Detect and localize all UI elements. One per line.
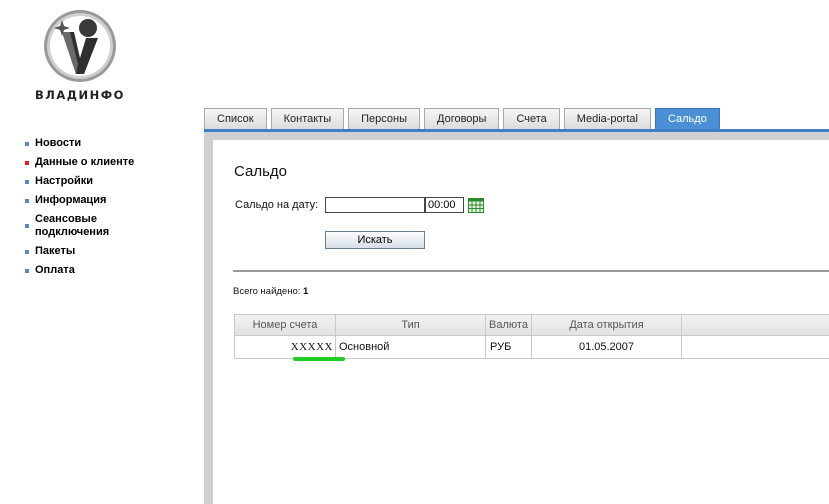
tab-media-portal[interactable]: Media-portal — [563, 108, 651, 129]
brand-name: ВЛАДИНФО — [35, 88, 125, 102]
page-title: Сальдо — [234, 163, 288, 180]
balance-table: Номер счета Тип Валюта Дата открытия XXX… — [234, 314, 829, 359]
tab-list[interactable]: Список — [204, 108, 267, 129]
cell-account-number: XXXXX — [235, 336, 336, 358]
nav-item-sessions[interactable]: Сеансовые подключения — [25, 213, 135, 239]
results-count-label: Всего найдено: — [233, 286, 301, 297]
table-row[interactable]: XXXXX Основной РУБ 01.05.2007 — [234, 336, 829, 359]
balance-time-input[interactable] — [425, 197, 464, 213]
column-header-account-number[interactable]: Номер счета — [235, 315, 336, 335]
brand-logo: ВЛАДИНФО — [30, 6, 130, 102]
bullet-icon — [25, 199, 29, 203]
highlight-underline — [293, 357, 345, 361]
tab-balance[interactable]: Сальдо — [654, 108, 720, 129]
tab-contacts[interactable]: Контакты — [270, 108, 345, 129]
nav-item-information[interactable]: Информация — [25, 194, 195, 207]
results-count: Всего найдено: 1 — [233, 286, 308, 297]
nav-item-settings[interactable]: Настройки — [25, 175, 195, 188]
logo-emblem-icon — [44, 10, 116, 82]
nav-item-packages[interactable]: Пакеты — [25, 245, 195, 258]
divider — [233, 270, 829, 272]
column-header-currency[interactable]: Валюта — [486, 315, 532, 335]
nav-item-label: Настройки — [35, 175, 94, 187]
tab-accounts[interactable]: Счета — [503, 108, 560, 129]
content-frame-left — [204, 132, 213, 504]
table-header-row: Номер счета Тип Валюта Дата открытия — [234, 314, 829, 336]
nav-item-label: Данные о клиенте — [35, 156, 135, 168]
cell-open-date: 01.05.2007 — [532, 336, 682, 358]
nav-item-label: Пакеты — [35, 245, 76, 257]
bullet-icon — [25, 180, 29, 184]
search-button[interactable]: Искать — [325, 231, 425, 249]
bullet-icon — [25, 269, 29, 273]
tab-contracts[interactable]: Договоры — [424, 108, 500, 129]
content-frame-top — [204, 132, 829, 140]
cell-currency: РУБ — [486, 336, 532, 358]
nav-item-payment[interactable]: Оплата — [25, 264, 195, 277]
nav-item-label: Сеансовые подключения — [35, 213, 110, 238]
nav-item-label: Новости — [35, 137, 82, 149]
column-header-extra — [682, 315, 829, 335]
nav-item-client-data[interactable]: Данные о клиенте — [25, 156, 195, 169]
tab-bar: Список Контакты Персоны Договоры Счета M… — [204, 108, 724, 130]
column-header-type[interactable]: Тип — [336, 315, 486, 335]
bullet-icon — [25, 161, 29, 165]
tab-persons[interactable]: Персоны — [348, 108, 420, 129]
nav-item-label: Информация — [35, 194, 107, 206]
nav-item-news[interactable]: Новости — [25, 137, 195, 150]
balance-date-input[interactable] — [325, 197, 425, 213]
bullet-icon — [25, 250, 29, 254]
cell-type: Основной — [336, 336, 486, 358]
bullet-icon — [25, 142, 29, 146]
bullet-icon — [25, 224, 29, 228]
balance-date-label: Сальдо на дату: — [235, 199, 319, 211]
sidebar-nav: Новости Данные о клиенте Настройки Инфор… — [25, 137, 195, 283]
cell-extra — [682, 336, 829, 358]
results-count-value: 1 — [303, 286, 309, 297]
calendar-icon[interactable] — [468, 198, 484, 213]
nav-item-label: Оплата — [35, 264, 75, 276]
column-header-open-date[interactable]: Дата открытия — [532, 315, 682, 335]
